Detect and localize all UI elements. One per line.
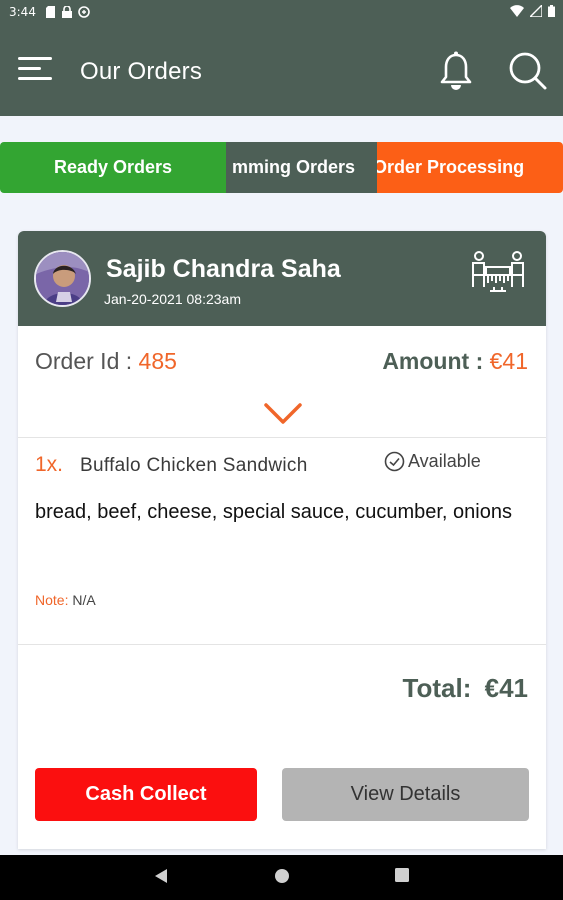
cash-collect-button[interactable]: Cash Collect [35,768,257,821]
order-amount: Amount : €41 [382,348,528,375]
total-label: Total: [402,673,472,703]
menu-icon [18,57,52,80]
status-time: 3:44 [9,5,36,19]
item-status: Available [384,451,481,472]
item-ingredients: bread, beef, cheese, special sauce, cucu… [35,501,512,523]
tab-label: mming Orders [231,157,355,177]
avatar [34,250,91,307]
lock-icon [62,6,72,18]
item-note: Note: N/A [35,592,96,608]
notifications-button[interactable] [438,50,474,90]
search-icon [509,52,547,90]
status-bar: 3:44 [0,0,563,24]
note-value: N/A [72,592,96,608]
divider [18,644,546,645]
order-card[interactable]: Sajib Chandra Saha Jan-20-2021 08:23am O… [18,231,546,849]
item-status-label: Available [408,451,481,471]
tab-upcoming-orders[interactable]: mming Orders [226,142,377,193]
tab-label: Ready Orders [53,157,173,177]
tab-order-processing[interactable]: Order Processing [377,142,563,193]
order-id-value: 485 [138,348,177,374]
battery-icon [548,5,555,17]
order-card-header: Sajib Chandra Saha Jan-20-2021 08:23am [18,231,546,326]
order-total: Total: €41 [403,673,528,704]
app-bar: Our Orders [0,24,563,116]
order-id-label: Order Id : [35,348,139,374]
dine-in-table-icon [472,251,524,292]
home-icon[interactable] [274,868,290,884]
amount-label: Amount : [382,348,490,374]
search-button[interactable] [508,51,548,91]
back-icon[interactable] [154,868,168,884]
total-value: €41 [484,673,528,703]
menu-button[interactable] [17,54,53,84]
tab-label: Order Processing [377,157,525,177]
order-id: Order Id : 485 [35,348,177,375]
order-date: Jan-20-2021 08:23am [104,291,241,307]
customer-photo [36,252,89,305]
divider [18,437,546,438]
tab-ready-orders[interactable]: Ready Orders [0,142,226,193]
view-details-button[interactable]: View Details [282,768,529,821]
item-name: Buffalo Chicken Sandwich [80,455,308,476]
page-title: Our Orders [80,58,203,85]
recents-icon[interactable] [395,868,409,882]
chevron-down-icon [264,403,302,424]
signal-icon [530,5,542,17]
data-saver-icon [78,6,90,18]
bell-icon [440,51,472,90]
system-nav-bar [0,855,563,900]
note-label: Note: [35,592,73,608]
sd-card-icon [46,6,55,18]
expand-button[interactable] [263,401,303,427]
customer-name: Sajib Chandra Saha [106,255,341,283]
item-quantity: 1x. [35,453,64,476]
check-circle-icon [384,451,405,472]
amount-value: €41 [489,348,528,374]
wifi-icon [510,5,524,17]
